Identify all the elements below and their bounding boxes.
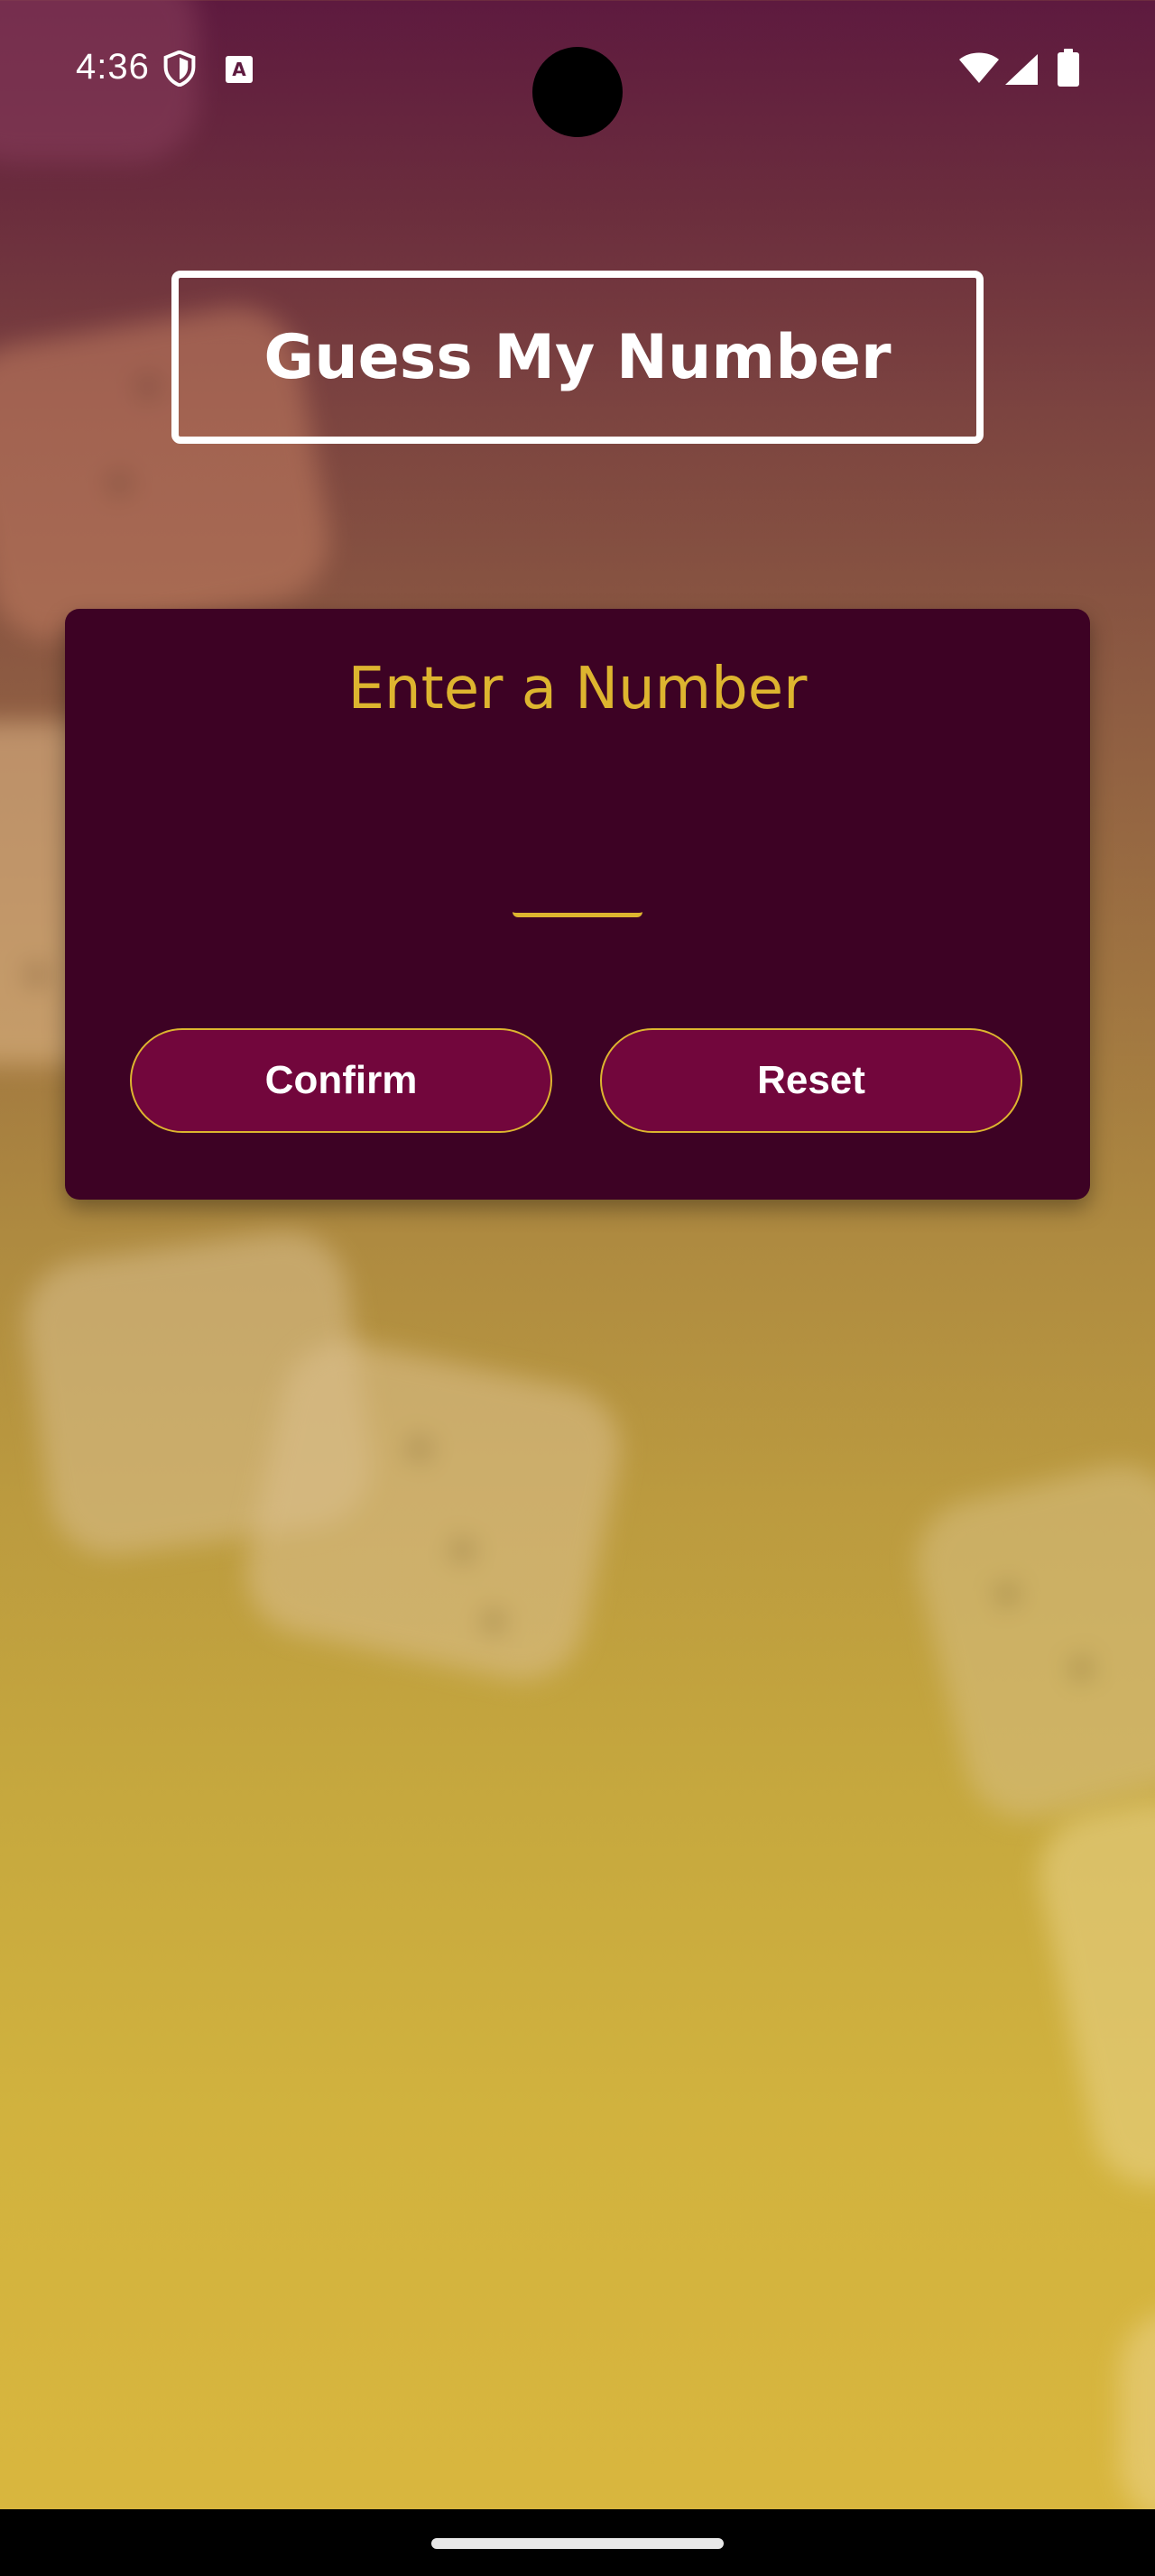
reset-button[interactable]: Reset [600, 1028, 1022, 1133]
status-bar: 4:36 A [0, 0, 1155, 137]
status-time: 4:36 [76, 47, 150, 87]
confirm-button[interactable]: Confirm [130, 1028, 552, 1133]
number-input[interactable] [513, 816, 642, 917]
enter-number-heading: Enter a Number [347, 656, 808, 722]
signal-icon [1005, 54, 1038, 85]
text-a-icon: A [226, 56, 253, 83]
home-indicator[interactable] [431, 2538, 724, 2549]
camera-cutout [532, 47, 623, 137]
wifi-icon [959, 52, 999, 83]
shield-icon [163, 51, 196, 87]
navigation-bar [0, 2509, 1155, 2576]
number-input-card: Enter a Number Confirm Reset [65, 609, 1090, 1200]
battery-icon [1058, 49, 1079, 87]
app-title: Guess My Number [171, 271, 984, 444]
